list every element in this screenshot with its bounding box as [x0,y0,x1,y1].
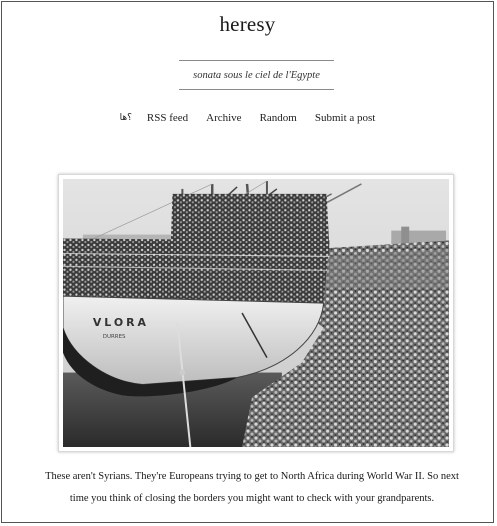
post-photo: VLORA DURRES [63,179,449,447]
navigation: ؟ها RSS feed Archive Random Submit a pos… [2,112,493,124]
ship-name-text: VLORA [93,316,149,329]
nav-rss-feed-link[interactable]: RSS feed [147,112,188,124]
page-frame: heresy sonata sous le ciel de l'Egypte ؟… [1,1,494,523]
blog-title[interactable]: heresy [2,12,493,37]
main-deck-crowd [63,238,330,304]
post-photo-frame[interactable]: VLORA DURRES [58,174,454,452]
blog-description: sonata sous le ciel de l'Egypte [179,60,334,90]
nav-ask-link[interactable]: ؟ها [120,113,132,123]
nav-random-link[interactable]: Random [260,112,297,124]
blog-description-text: sonata sous le ciel de l'Egypte [193,69,320,81]
post-caption: These aren't Syrians. They're Europeans … [45,471,459,504]
nav-submit-post-link[interactable]: Submit a post [315,112,376,124]
ship-port-text: DURRES [103,334,126,340]
nav-archive-link[interactable]: Archive [206,112,241,124]
